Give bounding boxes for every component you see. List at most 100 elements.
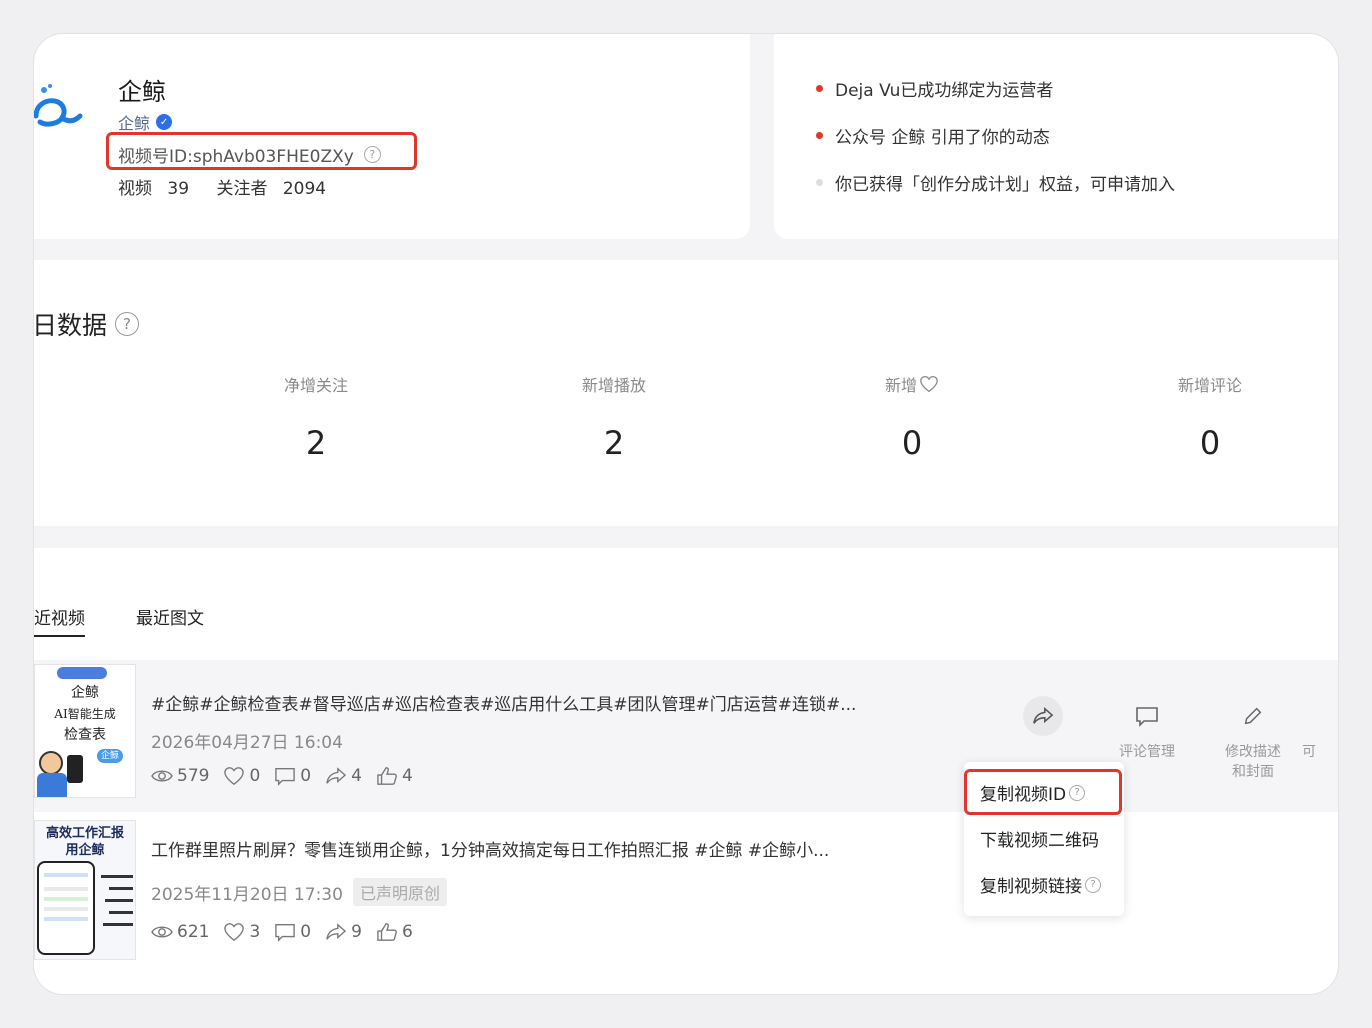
profile-subname-text: 企鲸	[118, 114, 151, 133]
shares-metric: 9	[325, 922, 362, 942]
thumb-top-badge	[57, 667, 107, 679]
more-action[interactable]: 可	[1289, 696, 1329, 762]
video-title[interactable]: 工作群里照片刷屏？零售连锁用企鲸，1分钟高效搞定每日工作拍照汇报 #企鲸 #企鲸…	[151, 836, 829, 861]
thumb-text: 高效工作汇报 用企鲸	[45, 826, 124, 858]
comment-icon	[275, 924, 296, 942]
video-thumbnail[interactable]: 高效工作汇报 用企鲸	[34, 820, 136, 960]
notice-text: Deja Vu已成功绑定为运营者	[835, 81, 1054, 101]
stat-value: 2	[305, 424, 327, 462]
phone-icon	[67, 755, 83, 783]
action-label: 可	[1302, 744, 1316, 760]
notice-text: 公众号 企鲸 引用了你的动态	[835, 128, 1050, 148]
thumb-up-icon	[377, 767, 397, 785]
notice-item[interactable]: Deja Vu已成功绑定为运营者	[816, 76, 1053, 101]
phone-mockup-icon	[37, 861, 95, 955]
notice-text: 你已获得「创作分成计划」权益，可申请加入	[835, 175, 1175, 195]
stats-title-text: 日数据	[33, 311, 108, 340]
verified-icon: ✓	[156, 114, 173, 130]
stat-label: 新增播放	[581, 376, 646, 395]
views-metric: 621	[151, 922, 209, 942]
avatar-figure-icon	[39, 751, 63, 775]
stat-value: 2	[603, 424, 625, 462]
video-date-text: 2025年11月20日 17:30	[151, 884, 343, 905]
stat-label: 新增评论	[1177, 376, 1242, 395]
edit-desc-action[interactable]: 修改描述 和封面	[1208, 696, 1298, 782]
unread-dot-icon	[816, 132, 823, 139]
share-icon	[326, 767, 347, 784]
whale-logo-icon	[34, 84, 83, 127]
comment-icon	[275, 768, 296, 786]
views-metric: 579	[151, 766, 209, 786]
profile-subname: 企鲸 ✓	[118, 110, 173, 134]
heart-icon	[224, 767, 245, 786]
action-label: 修改描述 和封面	[1225, 744, 1281, 780]
stat-label: 净增关注	[283, 376, 348, 395]
likes-metric: 0	[223, 766, 260, 786]
comment-icon[interactable]	[1127, 696, 1167, 736]
video-date-text: 2026年04月27日 16:04	[151, 733, 343, 753]
video-thumbnail[interactable]: 企鲸 AI智能生成 检查表 企鲸	[34, 664, 136, 798]
profile-counts: 视频 39 关注者 2094	[118, 174, 336, 199]
stat-new-likes: 新增 0	[812, 372, 1012, 462]
pencil-icon[interactable]	[1233, 696, 1273, 736]
tab-recent-videos[interactable]: 近视频	[34, 604, 85, 637]
unread-dot-icon	[816, 85, 823, 92]
video-row[interactable]: 企鲸 AI智能生成 检查表 企鲸 #企鲸#企鲸检查表#督导巡店#巡店检查表#巡店…	[34, 660, 1338, 812]
thumbs-metric: 4	[376, 766, 413, 786]
likes-metric: 3	[223, 922, 260, 942]
action-label: 评论管理	[1119, 744, 1175, 760]
share-icon[interactable]	[1023, 696, 1063, 736]
eye-icon	[151, 926, 173, 938]
stat-new-comments: 新增评论 0	[1110, 372, 1310, 462]
shares-metric: 4	[325, 766, 362, 786]
thumb-list-decor	[101, 875, 133, 945]
notification-card: Deja Vu已成功绑定为运营者 公众号 企鲸 引用了你的动态 你已获得「创作分…	[774, 34, 1338, 239]
videos-count: 39	[167, 179, 190, 199]
stat-value: 0	[901, 424, 923, 462]
comments-metric: 0	[274, 922, 311, 942]
stats-title: 日数据 ?	[33, 306, 140, 342]
followers-count: 2094	[282, 179, 327, 199]
stat-label: 新增	[812, 372, 1012, 396]
notice-item[interactable]: 你已获得「创作分成计划」权益，可申请加入	[816, 170, 1175, 195]
profile-name: 企鲸	[118, 78, 166, 106]
comments-metric: 0	[274, 766, 311, 786]
eye-icon	[151, 770, 173, 782]
heart-icon	[920, 375, 938, 393]
highlight-box-copy-id	[964, 769, 1122, 815]
recent-content-card: 近视频 最近图文 企鲸 AI智能生成 检查表 企鲸 #企鲸#企鲸检查表#督导巡店…	[34, 548, 1338, 994]
comment-manage-action[interactable]: 评论管理	[1102, 696, 1192, 762]
stat-value: 0	[1199, 424, 1221, 462]
video-date: 2026年04月27日 16:04	[151, 728, 343, 753]
channel-id: 视频号ID:sphAvb03FHE0ZXy ?	[118, 142, 381, 167]
heart-icon	[224, 923, 245, 942]
app-frame: 企鲸 企鲸 ✓ 视频号ID:sphAvb03FHE0ZXy ? 视频 39 关注…	[33, 33, 1339, 995]
thumb-text: 企鲸 AI智能生成 检查表	[54, 685, 116, 743]
notice-item[interactable]: 公众号 企鲸 引用了你的动态	[816, 123, 1050, 148]
share-icon	[326, 923, 347, 940]
thumbs-metric: 6	[376, 922, 413, 942]
stat-new-plays: 新增播放 2	[514, 372, 714, 462]
help-icon[interactable]: ?	[115, 312, 140, 336]
read-dot-icon	[816, 179, 823, 186]
profile-card: 企鲸 企鲸 ✓ 视频号ID:sphAvb03FHE0ZXy ? 视频 39 关注…	[34, 34, 750, 239]
help-icon[interactable]: ?	[1085, 876, 1101, 893]
thumb-brand-badge: 企鲸	[97, 749, 123, 763]
video-title[interactable]: #企鲸#企鲸检查表#督导巡店#巡店检查表#巡店用什么工具#团队管理#门店运营#连…	[151, 690, 856, 715]
followers-label: 关注者	[216, 179, 268, 199]
video-metrics: 579 0 0 4 4	[151, 766, 413, 786]
channel-id-text: 视频号ID:sphAvb03FHE0ZXy	[118, 147, 354, 167]
help-icon[interactable]: ?	[363, 146, 381, 163]
thumb-up-icon	[377, 923, 397, 941]
video-row[interactable]: 高效工作汇报 用企鲸 工作群里照片刷屏？零售连锁用企鲸，1分钟高效搞定每日工作拍…	[34, 820, 1338, 980]
video-date: 2025年11月20日 17:30 已声明原创	[151, 878, 447, 906]
tab-recent-posts[interactable]: 最近图文	[136, 604, 204, 629]
original-badge: 已声明原创	[352, 878, 447, 906]
copy-video-link-item[interactable]: 复制视频链接 ?	[980, 872, 1101, 897]
figure-body	[37, 773, 67, 797]
download-qr-item[interactable]: 下载视频二维码	[980, 826, 1099, 851]
stat-net-followers: 净增关注 2	[216, 372, 416, 462]
share-action[interactable]	[998, 696, 1088, 736]
stat-label-text: 新增	[884, 376, 917, 395]
video-metrics: 621 3 0 9 6	[151, 922, 413, 942]
